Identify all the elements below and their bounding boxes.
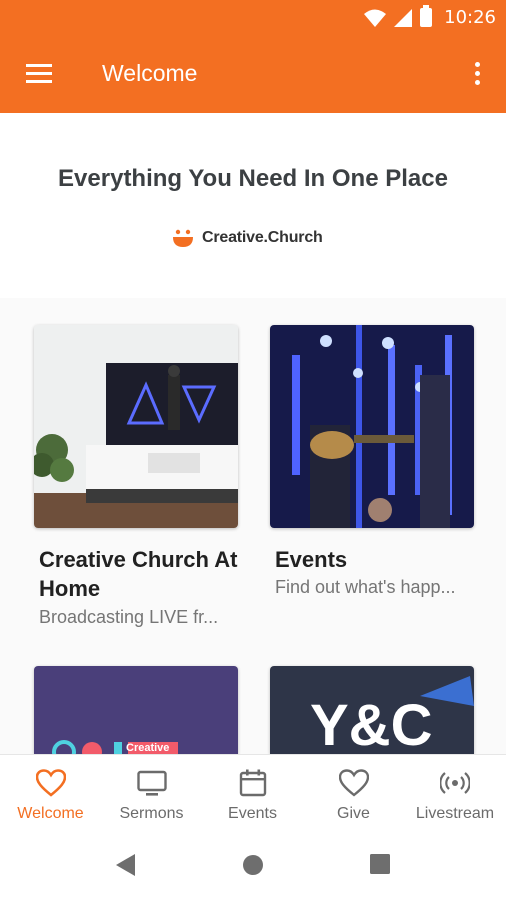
card-title: Events — [275, 547, 348, 572]
nav-label: Livestream — [415, 805, 495, 822]
status-bar: 10:26 — [0, 0, 506, 36]
card-thumbnail — [270, 325, 474, 528]
tv-icon — [136, 770, 167, 796]
home-icon[interactable] — [242, 854, 264, 876]
app-bar: Welcome — [0, 36, 506, 113]
card-thumbnail: Y&C — [270, 666, 474, 754]
brand-name: Creative.Church — [202, 229, 323, 246]
nav-events[interactable]: Events — [202, 755, 303, 831]
wifi-icon — [364, 9, 387, 27]
menu-button[interactable] — [24, 62, 54, 86]
hero-section: Everything You Need In One Place Creativ… — [0, 113, 506, 298]
nav-sermons[interactable]: Sermons — [101, 755, 202, 831]
card-subtitle: Broadcasting LIVE fr... — [39, 607, 219, 627]
card-thumbnail — [34, 325, 238, 528]
card-thumb-text: Y&C — [310, 693, 433, 755]
broadcast-icon — [440, 772, 470, 794]
calendar-icon — [239, 769, 266, 797]
heart-outline-icon — [338, 769, 369, 797]
status-icons: 10:26 — [364, 5, 496, 28]
brand-logo-icon — [173, 229, 193, 247]
nav-label: Welcome — [17, 805, 84, 822]
nav-label: Give — [337, 805, 370, 822]
status-time: 10:26 — [444, 7, 496, 28]
nav-give[interactable]: Give — [303, 755, 404, 831]
card-thumbnail: Creative — [34, 666, 238, 754]
bottom-navigation: Welcome Sermons Events Give Livestream — [0, 754, 506, 830]
recents-icon[interactable] — [370, 854, 390, 874]
nav-label: Sermons — [119, 805, 184, 822]
card-thumb-text: Creative — [126, 742, 170, 754]
signal-icon — [394, 8, 413, 27]
system-navigation-bar — [0, 830, 506, 900]
heart-icon — [35, 769, 66, 797]
more-options-button[interactable] — [472, 60, 484, 90]
card-title: Creative Church At Home — [39, 547, 238, 601]
battery-icon — [420, 5, 433, 27]
back-icon[interactable] — [116, 854, 136, 876]
nav-livestream[interactable]: Livestream — [404, 755, 506, 831]
hero-title: Everything You Need In One Place — [58, 165, 448, 192]
app-title: Welcome — [102, 60, 198, 86]
card-subtitle: Find out what's happ... — [275, 577, 456, 597]
brand: Creative.Church — [172, 229, 323, 247]
nav-welcome[interactable]: Welcome — [0, 755, 101, 831]
nav-label: Events — [228, 805, 277, 822]
